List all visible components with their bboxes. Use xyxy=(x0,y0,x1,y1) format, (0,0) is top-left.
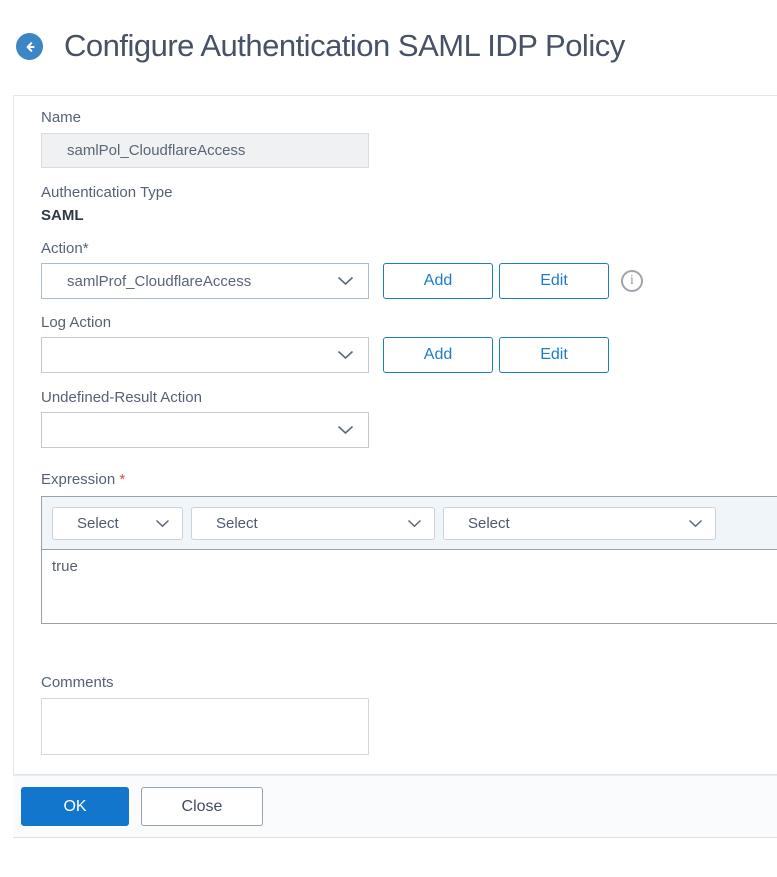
log-action-select[interactable] xyxy=(41,337,369,373)
action-add-button[interactable]: Add xyxy=(383,263,493,299)
expression-label-text: Expression xyxy=(41,471,115,488)
ok-button[interactable]: OK xyxy=(21,787,129,826)
undefined-result-action-label: Undefined-Result Action xyxy=(41,389,777,407)
info-icon[interactable]: i xyxy=(621,270,643,292)
back-button[interactable] xyxy=(16,33,43,60)
expression-select-2[interactable]: Select xyxy=(191,507,435,540)
log-action-add-button[interactable]: Add xyxy=(383,337,493,373)
close-button[interactable]: Close xyxy=(141,787,263,826)
expression-editor: Select Select Select xyxy=(41,496,777,624)
chevron-down-icon xyxy=(337,350,354,360)
expression-select-3-value: Select xyxy=(468,515,510,532)
comments-label: Comments xyxy=(41,674,777,692)
log-action-edit-button[interactable]: Edit xyxy=(499,337,609,373)
expression-select-1[interactable]: Select xyxy=(52,507,183,540)
expression-select-1-value: Select xyxy=(77,515,119,532)
log-action-row: Add Edit xyxy=(41,337,777,373)
name-input[interactable] xyxy=(41,133,369,168)
info-icon-glyph: i xyxy=(630,273,634,289)
action-edit-button[interactable]: Edit xyxy=(499,263,609,299)
chevron-down-icon xyxy=(337,276,354,286)
expression-select-2-value: Select xyxy=(216,515,258,532)
page-title: Configure Authentication SAML IDP Policy xyxy=(64,24,625,68)
expression-label: Expression * xyxy=(41,471,777,489)
chevron-down-icon xyxy=(407,519,422,528)
required-asterisk: * xyxy=(119,471,125,488)
footer-bar: OK Close xyxy=(13,775,777,838)
chevron-down-icon xyxy=(688,519,703,528)
action-select-value: samlProf_CloudflareAccess xyxy=(67,273,251,290)
chevron-down-icon xyxy=(155,519,170,528)
action-label: Action* xyxy=(41,240,777,258)
name-label: Name xyxy=(41,109,777,127)
undefined-result-action-row xyxy=(41,412,777,448)
action-row: samlProf_CloudflareAccess Add Edit i xyxy=(41,263,777,299)
expression-toolbar: Select Select Select xyxy=(42,497,777,550)
undefined-result-action-select[interactable] xyxy=(41,412,369,448)
auth-type-value: SAML xyxy=(41,207,777,225)
arrow-left-icon xyxy=(23,40,37,54)
expression-select-3[interactable]: Select xyxy=(443,507,716,540)
action-select[interactable]: samlProf_CloudflareAccess xyxy=(41,263,369,299)
log-action-label: Log Action xyxy=(41,314,777,332)
expression-input[interactable]: true xyxy=(42,550,777,623)
comments-input[interactable] xyxy=(41,698,369,755)
form-panel: Name Authentication Type SAML Action* sa… xyxy=(13,95,777,775)
chevron-down-icon xyxy=(337,425,354,435)
auth-type-label: Authentication Type xyxy=(41,184,777,202)
